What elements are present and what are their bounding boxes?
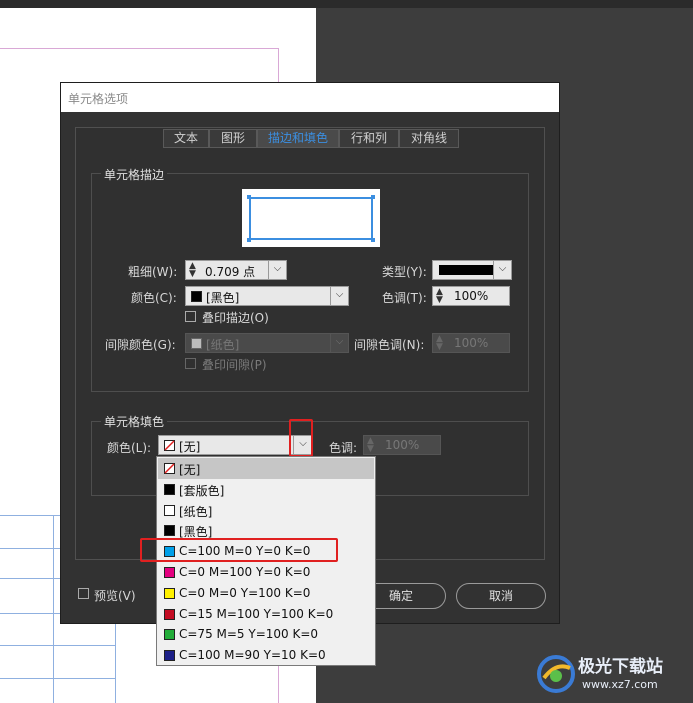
gap-color-select[interactable]: [纸色] [185, 333, 349, 353]
fill-tint-label: 色调: [329, 441, 358, 455]
table-grid-line [0, 645, 116, 646]
none-swatch-icon [164, 440, 175, 451]
swatch-list-item[interactable]: C=75 M=5 Y=100 K=0 [158, 624, 374, 645]
tab-text[interactable]: 文本 [163, 129, 209, 148]
weight-value: 0.709 点 [205, 265, 256, 279]
stroke-color-select[interactable]: [黑色] [185, 286, 349, 306]
color-swatch-icon [164, 483, 175, 495]
proxy-handle [371, 238, 375, 242]
color-swatch-icon [164, 525, 175, 537]
solid-line-swatch [439, 265, 495, 275]
fill-tint-value: 100% [385, 438, 420, 452]
color-swatch-icon [164, 650, 175, 662]
chevron-down-icon: ⌵ [335, 336, 344, 347]
stroke-color-value: [黑色] [206, 291, 240, 305]
fill-color-label: 颜色(L): [107, 441, 152, 455]
swatch-list-item[interactable]: C=0 M=0 Y=100 K=0 [158, 583, 374, 604]
weight-dropdown-button[interactable]: ⌵ [268, 260, 287, 280]
gap-tint-label: 间隙色调(N): [354, 338, 425, 352]
watermark-site-name: 极光下载站 [578, 657, 663, 677]
dialog-title: 单元格选项 [68, 92, 129, 106]
swatch-list-item[interactable]: [纸色] [158, 500, 374, 521]
color-swatch-icon [164, 608, 175, 620]
stroke-proxy-box [249, 197, 373, 240]
tab-stroke-fill[interactable]: 描边和填色 [257, 129, 339, 148]
gap-tint-value: 100% [454, 336, 489, 350]
table-grid-line [53, 515, 54, 703]
gap-color-label: 间隙颜色(G): [105, 338, 176, 352]
color-swatch-icon [164, 587, 175, 599]
swatch-list-item-label: C=75 M=5 Y=100 K=0 [179, 627, 319, 642]
preview-checkbox[interactable] [78, 588, 89, 599]
overprint-stroke-checkbox[interactable] [185, 311, 196, 322]
swatch-list-item[interactable]: C=0 M=100 Y=0 K=0 [158, 562, 374, 583]
stroke-color-dropdown-button[interactable]: ⌵ [330, 286, 349, 306]
tab-diagonal[interactable]: 对角线 [399, 129, 459, 148]
swatch-list-item-label: C=100 M=90 Y=10 K=0 [179, 648, 326, 663]
color-swatch-icon [164, 463, 175, 474]
swatch-list-item-label: C=15 M=100 Y=100 K=0 [179, 606, 334, 621]
table-grid-line [0, 678, 116, 679]
watermark-url: www.xz7.com [582, 678, 658, 691]
overprint-gap-label: 叠印间隙(P) [202, 358, 267, 372]
tab-rows-columns[interactable]: 行和列 [339, 129, 399, 148]
preview-label: 预览(V) [94, 589, 136, 603]
chevron-down-icon: ⌵ [335, 289, 344, 300]
gap-color-dropdown-button[interactable]: ⌵ [330, 333, 349, 353]
chevron-down-icon: ⌵ [273, 263, 282, 274]
swatch-list-item[interactable]: C=100 M=90 Y=10 K=0 [158, 645, 374, 666]
proxy-handle [247, 238, 251, 242]
stepper-arrows-icon[interactable]: ▲ ▼ [189, 262, 196, 279]
chevron-down-icon: ⌵ [498, 263, 507, 274]
watermark-logo-icon [537, 655, 575, 693]
stroke-tint-stepper[interactable]: ▲ ▼ 100% [432, 286, 510, 306]
fill-color-value: [无] [179, 440, 201, 454]
cancel-button[interactable]: 取消 [456, 583, 546, 609]
dropdown-highlight-box [289, 419, 313, 457]
paper-swatch-icon [191, 338, 202, 349]
dialog-titlebar[interactable]: 单元格选项 [61, 83, 559, 112]
stepper-arrows-icon[interactable]: ▲ ▼ [436, 288, 443, 305]
type-label: 类型(Y): [382, 265, 427, 279]
overprint-gap-checkbox[interactable] [185, 358, 196, 369]
swatch-list-item[interactable]: C=15 M=100 Y=100 K=0 [158, 604, 374, 625]
gap-tint-stepper[interactable]: ▲ ▼ 100% [432, 333, 510, 353]
color-swatch-icon [164, 629, 175, 641]
margin-guide [0, 48, 279, 49]
black-swatch-icon [191, 291, 202, 302]
stepper-arrows-icon[interactable]: ▲ ▼ [436, 335, 443, 352]
stroke-color-label: 颜色(C): [131, 291, 177, 305]
stroke-proxy-preview[interactable] [242, 189, 380, 247]
site-watermark: 极光下载站 www.xz7.com [536, 652, 686, 696]
proxy-handle [371, 195, 375, 199]
swatch-list-item-label: C=0 M=0 Y=100 K=0 [179, 585, 311, 600]
stroke-type-dropdown-button[interactable]: ⌵ [493, 260, 512, 280]
top-toolbar-strip [0, 0, 693, 8]
stepper-arrows-icon[interactable]: ▲ ▼ [367, 437, 374, 454]
swatch-list-item[interactable]: [无] [158, 458, 374, 479]
swatch-list-item-label: C=0 M=100 Y=0 K=0 [179, 565, 311, 579]
tab-graphic[interactable]: 图形 [209, 129, 257, 148]
swatch-list-item[interactable]: [套版色] [158, 479, 374, 500]
weight-label: 粗细(W): [128, 265, 178, 279]
cell-stroke-title: 单元格描边 [101, 166, 168, 183]
color-swatch-icon [164, 567, 175, 578]
color-swatch-icon [164, 504, 175, 516]
cell-fill-title: 单元格填色 [101, 413, 168, 430]
gap-color-value: [纸色] [206, 338, 240, 352]
fill-tint-stepper[interactable]: ▲ ▼ 100% [363, 435, 441, 455]
stroke-tint-value: 100% [454, 289, 489, 303]
stroke-tint-label: 色调(T): [382, 291, 427, 305]
selection-highlight-box [140, 538, 338, 562]
overprint-stroke-label: 叠印描边(O) [202, 311, 269, 325]
swatch-list-item-label: [无] [179, 463, 201, 477]
proxy-handle [247, 195, 251, 199]
swatch-list-item-label: [纸色] [179, 504, 213, 519]
swatch-list-item-label: [套版色] [179, 483, 225, 498]
